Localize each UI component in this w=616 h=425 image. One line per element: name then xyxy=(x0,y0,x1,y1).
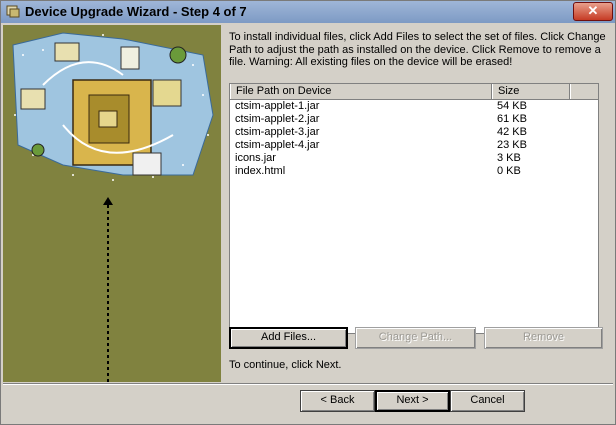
app-icon xyxy=(6,5,20,18)
close-icon: ✕ xyxy=(587,3,599,18)
title-bar[interactable]: Device Upgrade Wizard - Step 4 of 7 ✕ xyxy=(1,1,615,23)
file-size-cell: 0 KB xyxy=(497,165,521,177)
file-list-header: File Path on Device Size xyxy=(230,84,598,100)
dashed-arrow-icon xyxy=(103,197,113,382)
cancel-button[interactable]: Cancel xyxy=(450,390,525,412)
file-path-cell: icons.jar xyxy=(235,152,276,164)
file-path-cell: ctsim-applet-3.jar xyxy=(235,126,320,138)
table-row[interactable]: index.html 0 KB xyxy=(230,165,598,178)
next-button[interactable]: Next > xyxy=(375,390,450,412)
table-row[interactable]: ctsim-applet-4.jar 23 KB xyxy=(230,139,598,152)
table-row[interactable]: ctsim-applet-3.jar 42 KB xyxy=(230,126,598,139)
instructions-text: To install individual files, click Add F… xyxy=(229,31,606,68)
file-path-cell: ctsim-applet-2.jar xyxy=(235,113,320,125)
continue-hint: To continue, click Next. xyxy=(229,359,342,371)
column-header-path[interactable]: File Path on Device xyxy=(230,84,492,99)
window-title: Device Upgrade Wizard - Step 4 of 7 xyxy=(25,4,247,19)
file-size-cell: 42 KB xyxy=(497,126,527,138)
wizard-content: To install individual files, click Add F… xyxy=(229,25,613,382)
file-path-cell: index.html xyxy=(235,165,286,177)
column-header-size[interactable]: Size xyxy=(492,84,570,99)
file-size-cell: 23 KB xyxy=(497,139,527,151)
change-path-button[interactable]: Change Path... xyxy=(355,327,476,349)
file-size-cell: 61 KB xyxy=(497,113,527,125)
table-row[interactable]: ctsim-applet-2.jar 61 KB xyxy=(230,113,598,126)
file-size-cell: 54 KB xyxy=(497,100,527,112)
file-size-cell: 3 KB xyxy=(497,152,521,164)
back-button[interactable]: < Back xyxy=(300,390,375,412)
table-row[interactable]: ctsim-applet-1.jar 54 KB xyxy=(230,100,598,113)
column-header-filler xyxy=(570,84,598,99)
wizard-illustration xyxy=(12,32,214,181)
remove-button[interactable]: Remove xyxy=(484,327,603,349)
file-path-cell: ctsim-applet-1.jar xyxy=(235,100,320,112)
add-files-button[interactable]: Add Files... xyxy=(229,327,348,349)
footer-divider xyxy=(3,383,613,385)
wizard-side-panel xyxy=(3,25,221,382)
file-path-cell: ctsim-applet-4.jar xyxy=(235,139,320,151)
close-button[interactable]: ✕ xyxy=(573,2,613,21)
wizard-window: Device Upgrade Wizard - Step 4 of 7 ✕ To… xyxy=(0,0,616,425)
table-row[interactable]: icons.jar 3 KB xyxy=(230,152,598,165)
file-list[interactable]: File Path on Device Size ctsim-applet-1.… xyxy=(229,83,599,334)
